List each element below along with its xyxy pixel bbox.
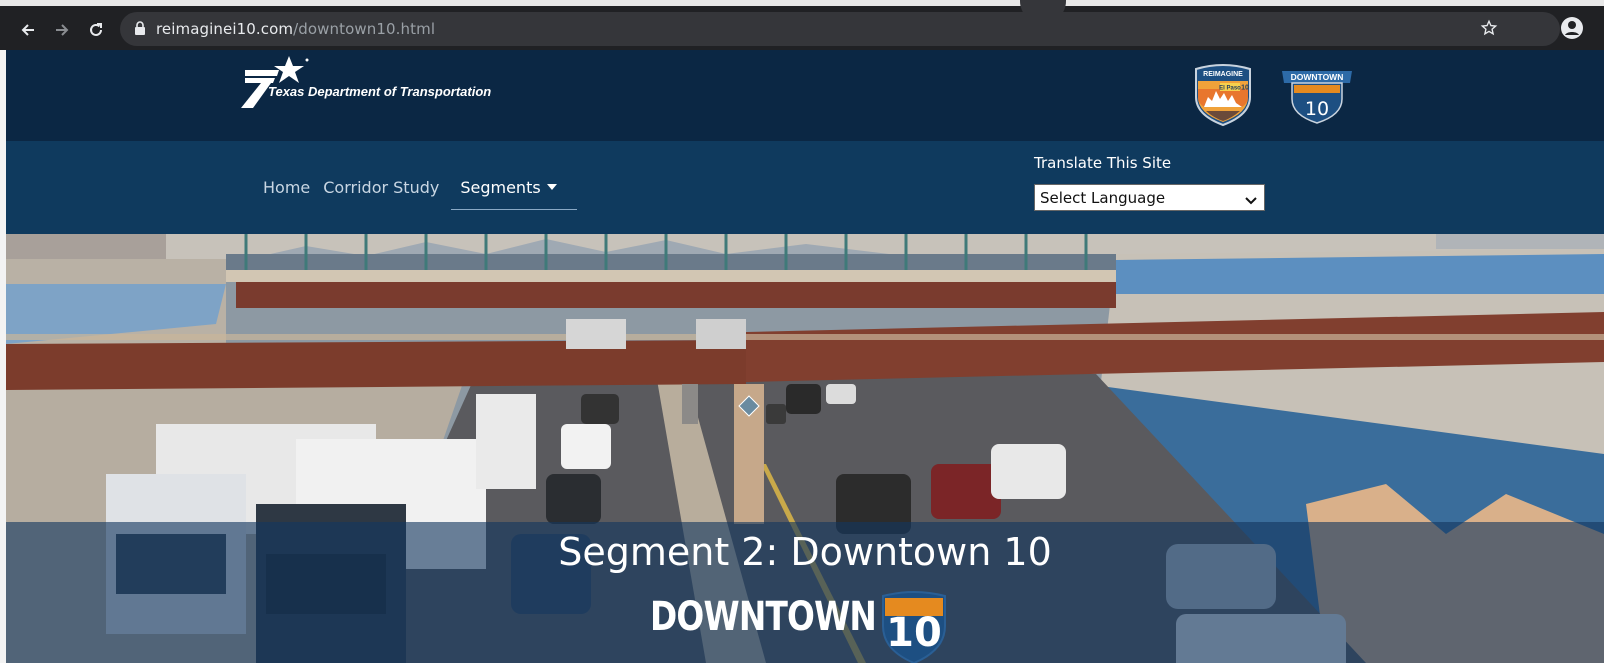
txdot-star-icon [241,56,309,108]
profile-icon[interactable] [1560,16,1584,45]
language-select-value: Select Language [1040,188,1166,207]
downtown-badge-number: 10 [1305,98,1329,120]
reload-icon[interactable] [82,16,110,44]
downtown-10-badge[interactable]: DOWNTOWN 10 [1280,65,1354,130]
url-text: reimaginei10.com/downtown10.html [156,20,435,38]
nav-segments-label: Segments [460,178,541,197]
site-header: Texas Department of Transportation REIMA… [6,50,1604,141]
address-bar[interactable]: reimaginei10.com/downtown10.html [120,12,1560,46]
caret-down-icon [546,183,557,190]
reimagine-el-paso-badge[interactable]: REIMAGINE El Paso 10 [1192,63,1254,132]
hero-section: Segment 2: Downtown 10 10 DOWNTOWN [6,234,1604,663]
txdot-logo[interactable] [239,56,529,108]
main-navbar: Home Corridor Study Segments Translate T… [6,141,1604,234]
nav-home[interactable]: Home [263,178,310,197]
forward-icon[interactable] [48,16,76,44]
nav-segments-dropdown[interactable]: Segments [451,178,578,210]
reimagine-text: REIMAGINE [1203,71,1243,78]
chevron-down-icon [1245,192,1257,210]
lock-icon[interactable] [134,21,146,41]
browser-toolbar: reimaginei10.com/downtown10.html [0,0,1604,50]
translate-label: Translate This Site [1034,154,1172,172]
downtown-badge-text: DOWNTOWN [1291,72,1344,82]
reimagine-number: 10 [1241,85,1249,92]
nav-links: Home Corridor Study Segments [263,178,578,210]
webpage: Texas Department of Transportation REIMA… [6,50,1604,663]
back-icon[interactable] [14,16,42,44]
logo-number: 10 [886,610,942,656]
el-paso-label: El Paso [1219,86,1241,92]
agency-name: Texas Department of Transportation [268,84,492,99]
url-path: /downtown10.html [293,20,436,38]
hero-title: Segment 2: Downtown 10 [558,530,1052,574]
url-domain: reimaginei10.com [156,20,294,38]
logo-word: DOWNTOWN [650,594,877,640]
nav-corridor-study[interactable]: Corridor Study [323,178,439,197]
star-icon[interactable] [1480,19,1498,42]
language-select[interactable]: Select Language [1034,184,1265,211]
